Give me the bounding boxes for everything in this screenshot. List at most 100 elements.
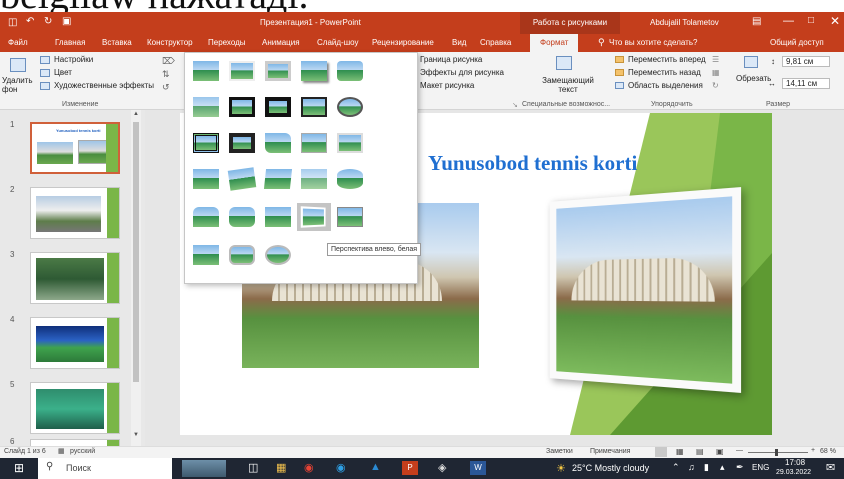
slide-thumbnail-5[interactable] xyxy=(30,382,120,434)
chrome-icon[interactable]: ◉ xyxy=(304,461,314,474)
style-snip-diagonal[interactable] xyxy=(301,133,327,153)
compress-icon[interactable]: ⌦ xyxy=(162,56,175,67)
style-reflected-rounded[interactable] xyxy=(337,61,363,81)
style-soft-edge-rect[interactable] xyxy=(301,169,327,189)
comments-button[interactable]: Примечания xyxy=(590,448,630,455)
network-icon[interactable]: ▴ xyxy=(720,462,725,473)
selection-pane-button[interactable]: Область выделения xyxy=(628,81,703,90)
tab-design[interactable]: Конструктор xyxy=(147,34,193,52)
tab-review[interactable]: Рецензирование xyxy=(372,34,434,52)
send-backward-button[interactable]: Переместить назад xyxy=(628,68,701,77)
input-language[interactable]: ENG xyxy=(752,463,769,472)
style-oval[interactable] xyxy=(337,97,363,117)
tab-format[interactable]: Формат xyxy=(530,34,578,52)
style-bevel-perspective[interactable] xyxy=(193,207,219,227)
scroll-down-icon[interactable]: ▼ xyxy=(133,432,139,438)
tab-transitions[interactable]: Переходы xyxy=(208,34,246,52)
style-double-frame-black[interactable] xyxy=(229,97,255,117)
reading-view-icon[interactable]: ▤ xyxy=(696,447,704,456)
slideshow-view-icon[interactable]: ▣ xyxy=(716,447,724,456)
styles-launcher-icon[interactable]: ↘ xyxy=(512,101,518,109)
style-perspective-shadow[interactable] xyxy=(229,169,255,189)
scroll-thumb[interactable] xyxy=(133,122,139,382)
style-compound-frame-black[interactable] xyxy=(193,133,219,153)
rotate-icon[interactable]: ↻ xyxy=(712,81,719,90)
reset-picture-icon[interactable]: ↺ xyxy=(162,82,170,93)
style-beveled-matte[interactable] xyxy=(229,61,255,81)
style-bevel-rounded[interactable] xyxy=(265,207,291,227)
width-input[interactable]: 14,11 см xyxy=(782,78,830,89)
style-soft-edge[interactable] xyxy=(193,97,219,117)
style-relaxed-perspective[interactable] xyxy=(265,169,291,189)
user-name[interactable]: Abdujalil Tolametov xyxy=(650,12,719,34)
style-reflected-perspective[interactable] xyxy=(193,245,219,265)
powerpoint-taskbar-icon[interactable]: P xyxy=(402,461,418,475)
corrections-button[interactable]: Настройки xyxy=(54,55,93,64)
pen-icon[interactable]: ✒ xyxy=(736,462,744,473)
battery-icon[interactable]: ▮ xyxy=(704,462,709,473)
slide-sorter-icon[interactable]: ▦ xyxy=(676,447,684,456)
share-button[interactable]: Общий доступ xyxy=(770,34,824,52)
tab-insert[interactable]: Вставка xyxy=(102,34,132,52)
tab-animations[interactable]: Анимация xyxy=(262,34,300,52)
tab-help[interactable]: Справка xyxy=(480,34,511,52)
tab-home[interactable]: Главная xyxy=(55,34,85,52)
volume-icon[interactable]: ♫ xyxy=(688,462,695,472)
taskbar-search[interactable]: ⚲ Поиск xyxy=(38,458,172,479)
style-bevel-rect[interactable] xyxy=(337,169,363,189)
telegram-icon[interactable]: ▲ xyxy=(370,461,381,473)
alt-text-button[interactable]: Замещающий текст xyxy=(538,76,598,94)
group-objects-icon[interactable]: ▦ xyxy=(712,68,720,77)
file-explorer-icon[interactable]: ▦ xyxy=(276,461,286,474)
task-view-icon[interactable]: ◫ xyxy=(248,461,258,474)
bring-forward-button[interactable]: Переместить вперед xyxy=(628,55,706,64)
minimize-icon[interactable]: — xyxy=(783,15,794,27)
normal-view-icon[interactable] xyxy=(655,447,667,457)
align-icon[interactable]: ☰ xyxy=(712,55,719,64)
style-metal-oval[interactable] xyxy=(265,245,291,265)
tab-view[interactable]: Вид xyxy=(452,34,466,52)
style-perspective-left-white[interactable] xyxy=(297,203,331,231)
word-taskbar-icon[interactable]: W xyxy=(470,461,486,475)
notes-button[interactable]: Заметки xyxy=(546,448,573,455)
zoom-slider-thumb[interactable] xyxy=(775,449,778,456)
edge-icon[interactable]: ◉ xyxy=(336,461,346,474)
slide-thumbnail-1[interactable]: Yunusobod tennis korti xyxy=(30,122,120,174)
picture-border-button[interactable]: Граница рисунка xyxy=(420,55,482,64)
change-picture-icon[interactable]: ⇅ xyxy=(162,69,170,80)
zoom-in-icon[interactable]: + xyxy=(811,447,815,454)
zoom-out-icon[interactable]: — xyxy=(736,447,743,454)
tab-slideshow[interactable]: Слайд-шоу xyxy=(317,34,358,52)
news-widget-icon[interactable] xyxy=(182,460,226,477)
clock-date[interactable]: 29.03.2022 xyxy=(776,469,811,476)
zoom-level[interactable]: 68 % xyxy=(820,448,836,455)
language-indicator[interactable]: русский xyxy=(70,448,95,455)
style-thick-matte-black[interactable] xyxy=(265,97,291,117)
redo-icon[interactable]: ↻ xyxy=(44,16,52,27)
close-icon[interactable]: ✕ xyxy=(830,14,840,28)
scroll-up-icon[interactable]: ▲ xyxy=(133,111,139,117)
windows-start-icon[interactable]: ⊞ xyxy=(14,461,24,475)
style-simple-frame-white[interactable] xyxy=(193,61,219,81)
ribbon-display-icon[interactable]: ▤ xyxy=(752,16,761,27)
slide-thumbnail-3[interactable] xyxy=(30,252,120,304)
notifications-icon[interactable]: ✉ xyxy=(826,461,835,474)
style-simple-frame-black[interactable] xyxy=(301,97,327,117)
save-icon[interactable]: ◫ xyxy=(8,17,17,28)
style-rounded-diagonal[interactable] xyxy=(265,133,291,153)
remove-background-button[interactable]: Удалить фон xyxy=(2,76,36,94)
picture-layout-button[interactable]: Макет рисунка xyxy=(420,81,474,90)
app-taskbar-icon[interactable]: ◈ xyxy=(438,461,446,474)
slide-thumbnail-2[interactable] xyxy=(30,187,120,239)
style-metal-frame[interactable] xyxy=(265,61,291,81)
style-reflected-bevel[interactable] xyxy=(229,207,255,227)
zoom-slider[interactable] xyxy=(748,452,808,453)
style-rounded-rect-metal[interactable] xyxy=(337,207,363,227)
tray-chevron-icon[interactable]: ⌃ xyxy=(672,462,680,473)
artistic-effects-button[interactable]: Художественные эффекты xyxy=(54,81,154,90)
style-rotated-white[interactable] xyxy=(193,169,219,189)
tab-file[interactable]: Файл xyxy=(8,34,28,52)
slide-thumbnail-4[interactable] xyxy=(30,317,120,369)
spellcheck-icon[interactable]: ▦ xyxy=(58,447,65,455)
style-center-shadow[interactable] xyxy=(229,133,255,153)
